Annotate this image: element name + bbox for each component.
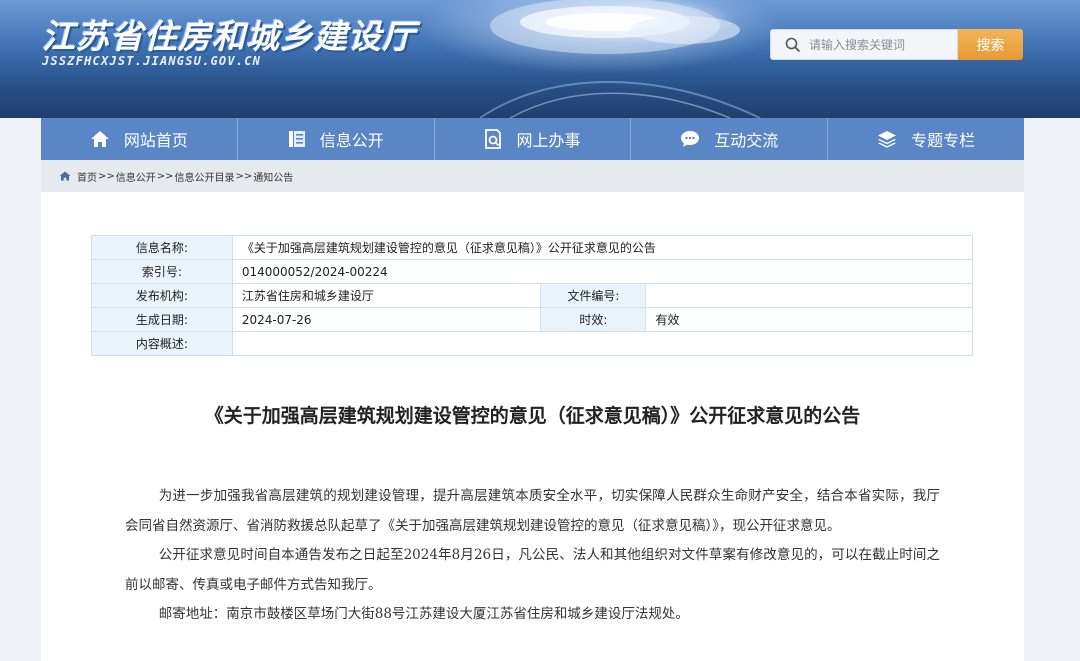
nav-item-label: 信息公开 xyxy=(319,131,384,150)
breadcrumb-notices[interactable]: 通知公告 xyxy=(253,169,293,184)
nav-item-online-services[interactable]: 网上办事 xyxy=(435,118,632,160)
nav-item-home[interactable]: 网站首页 xyxy=(41,118,238,160)
site-title[interactable]: 江苏省住房和城乡建设厅 xyxy=(42,10,416,58)
nav-item-label: 专题专栏 xyxy=(911,131,976,150)
meta-label: 时效: xyxy=(540,307,647,332)
document-metadata-table: 信息名称: 《关于加强高层建筑规划建设管控的意见（征求意见稿）》公开征求意见的公… xyxy=(91,235,974,356)
table-row: 索引号: 014000052/2024-00224 xyxy=(91,259,974,284)
search-button[interactable]: 搜索 xyxy=(958,29,1023,60)
chat-bubble-icon xyxy=(681,131,700,147)
table-row: 发布机构: 江苏省住房和城乡建设厅 文件编号: xyxy=(91,283,973,308)
article-paragraph: 公开征求意见时间自本通告发布之日起至2024年8月26日，凡公民、法人和其他组织… xyxy=(125,547,940,593)
meta-value-index: 014000052/2024-00224 xyxy=(231,259,974,284)
search-icon xyxy=(785,37,801,52)
breadcrumb-info-catalog[interactable]: 信息公开目录 xyxy=(175,169,235,184)
site-url: JSSZFHCXJST.JIANGSU.GOV.CN xyxy=(42,54,262,68)
article-paragraph: 为进一步加强我省高层建筑的规划建设管理，提升高层建筑本质安全水平，切实保障人民群… xyxy=(125,488,940,534)
article-body: 为进一步加强我省高层建筑的规划建设管理，提升高层建筑本质安全水平，切实保障人民群… xyxy=(125,482,940,630)
breadcrumb-separator: >> xyxy=(156,170,174,182)
site-header: 江苏省住房和城乡建设厅 JSSZFHCXJST.JIANGSU.GOV.CN 搜… xyxy=(0,0,1080,118)
nav-item-info-disclosure[interactable]: 信息公开 xyxy=(238,118,435,160)
table-row: 内容概述: xyxy=(91,331,974,356)
nav-item-label: 互动交流 xyxy=(714,131,779,150)
meta-label: 索引号: xyxy=(91,259,233,284)
table-row: 生成日期: 2024-07-26 时效: 有效 xyxy=(91,307,973,332)
breadcrumb-info-disclosure[interactable]: 信息公开 xyxy=(116,169,156,184)
article-title: 《关于加强高层建筑规划建设管控的意见（征求意见稿）》公开征求意见的公告 xyxy=(204,405,861,427)
meta-label: 信息名称: xyxy=(91,235,233,260)
breadcrumb-home[interactable]: 首页 xyxy=(77,169,97,184)
content-panel: 信息名称: 《关于加强高层建筑规划建设管控的意见（征求意见稿）》公开征求意见的公… xyxy=(41,192,1024,661)
article-paragraph: 邮寄地址：南京市鼓楼区草场门大街88号江苏建设大厦江苏省住房和城乡建设厅法规处。 xyxy=(158,606,689,622)
meta-label: 文件编号: xyxy=(540,283,647,308)
breadcrumb-separator: >> xyxy=(98,170,115,182)
meta-value-date: 2024-07-26 xyxy=(231,307,542,332)
document-list-icon xyxy=(288,131,305,147)
meta-value-summary xyxy=(231,331,974,356)
meta-value-validity: 有效 xyxy=(645,307,973,332)
nav-item-special-topics[interactable]: 专题专栏 xyxy=(828,118,1024,160)
meta-label: 生成日期: xyxy=(91,307,233,332)
nav-item-label: 网上办事 xyxy=(516,131,581,150)
home-icon xyxy=(59,171,71,181)
table-row: 信息名称: 《关于加强高层建筑规划建设管控的意见（征求意见稿）》公开征求意见的公… xyxy=(91,235,974,260)
meta-label: 内容概述: xyxy=(91,331,233,356)
search-document-icon xyxy=(485,129,502,149)
nav-item-interaction[interactable]: 互动交流 xyxy=(631,118,829,160)
main-nav: 网站首页 信息公开 网上办事 互动交流 专题专栏 xyxy=(41,118,1024,160)
home-icon xyxy=(90,131,109,147)
nav-item-label: 网站首页 xyxy=(123,131,188,150)
meta-value-name: 《关于加强高层建筑规划建设管控的意见（征求意见稿）》公开征求意见的公告 xyxy=(231,235,974,260)
breadcrumb: 首页 >> 信息公开 >> 信息公开目录 >> 通知公告 xyxy=(41,160,1024,192)
search-input[interactable] xyxy=(807,36,951,53)
search-box xyxy=(770,29,958,60)
meta-value-doc-no xyxy=(645,283,973,308)
stadium-banner-image xyxy=(479,0,761,118)
layers-icon xyxy=(878,131,897,148)
meta-value-publisher: 江苏省住房和城乡建设厅 xyxy=(231,283,542,308)
breadcrumb-separator: >> xyxy=(235,170,253,182)
meta-label: 发布机构: xyxy=(91,283,233,308)
